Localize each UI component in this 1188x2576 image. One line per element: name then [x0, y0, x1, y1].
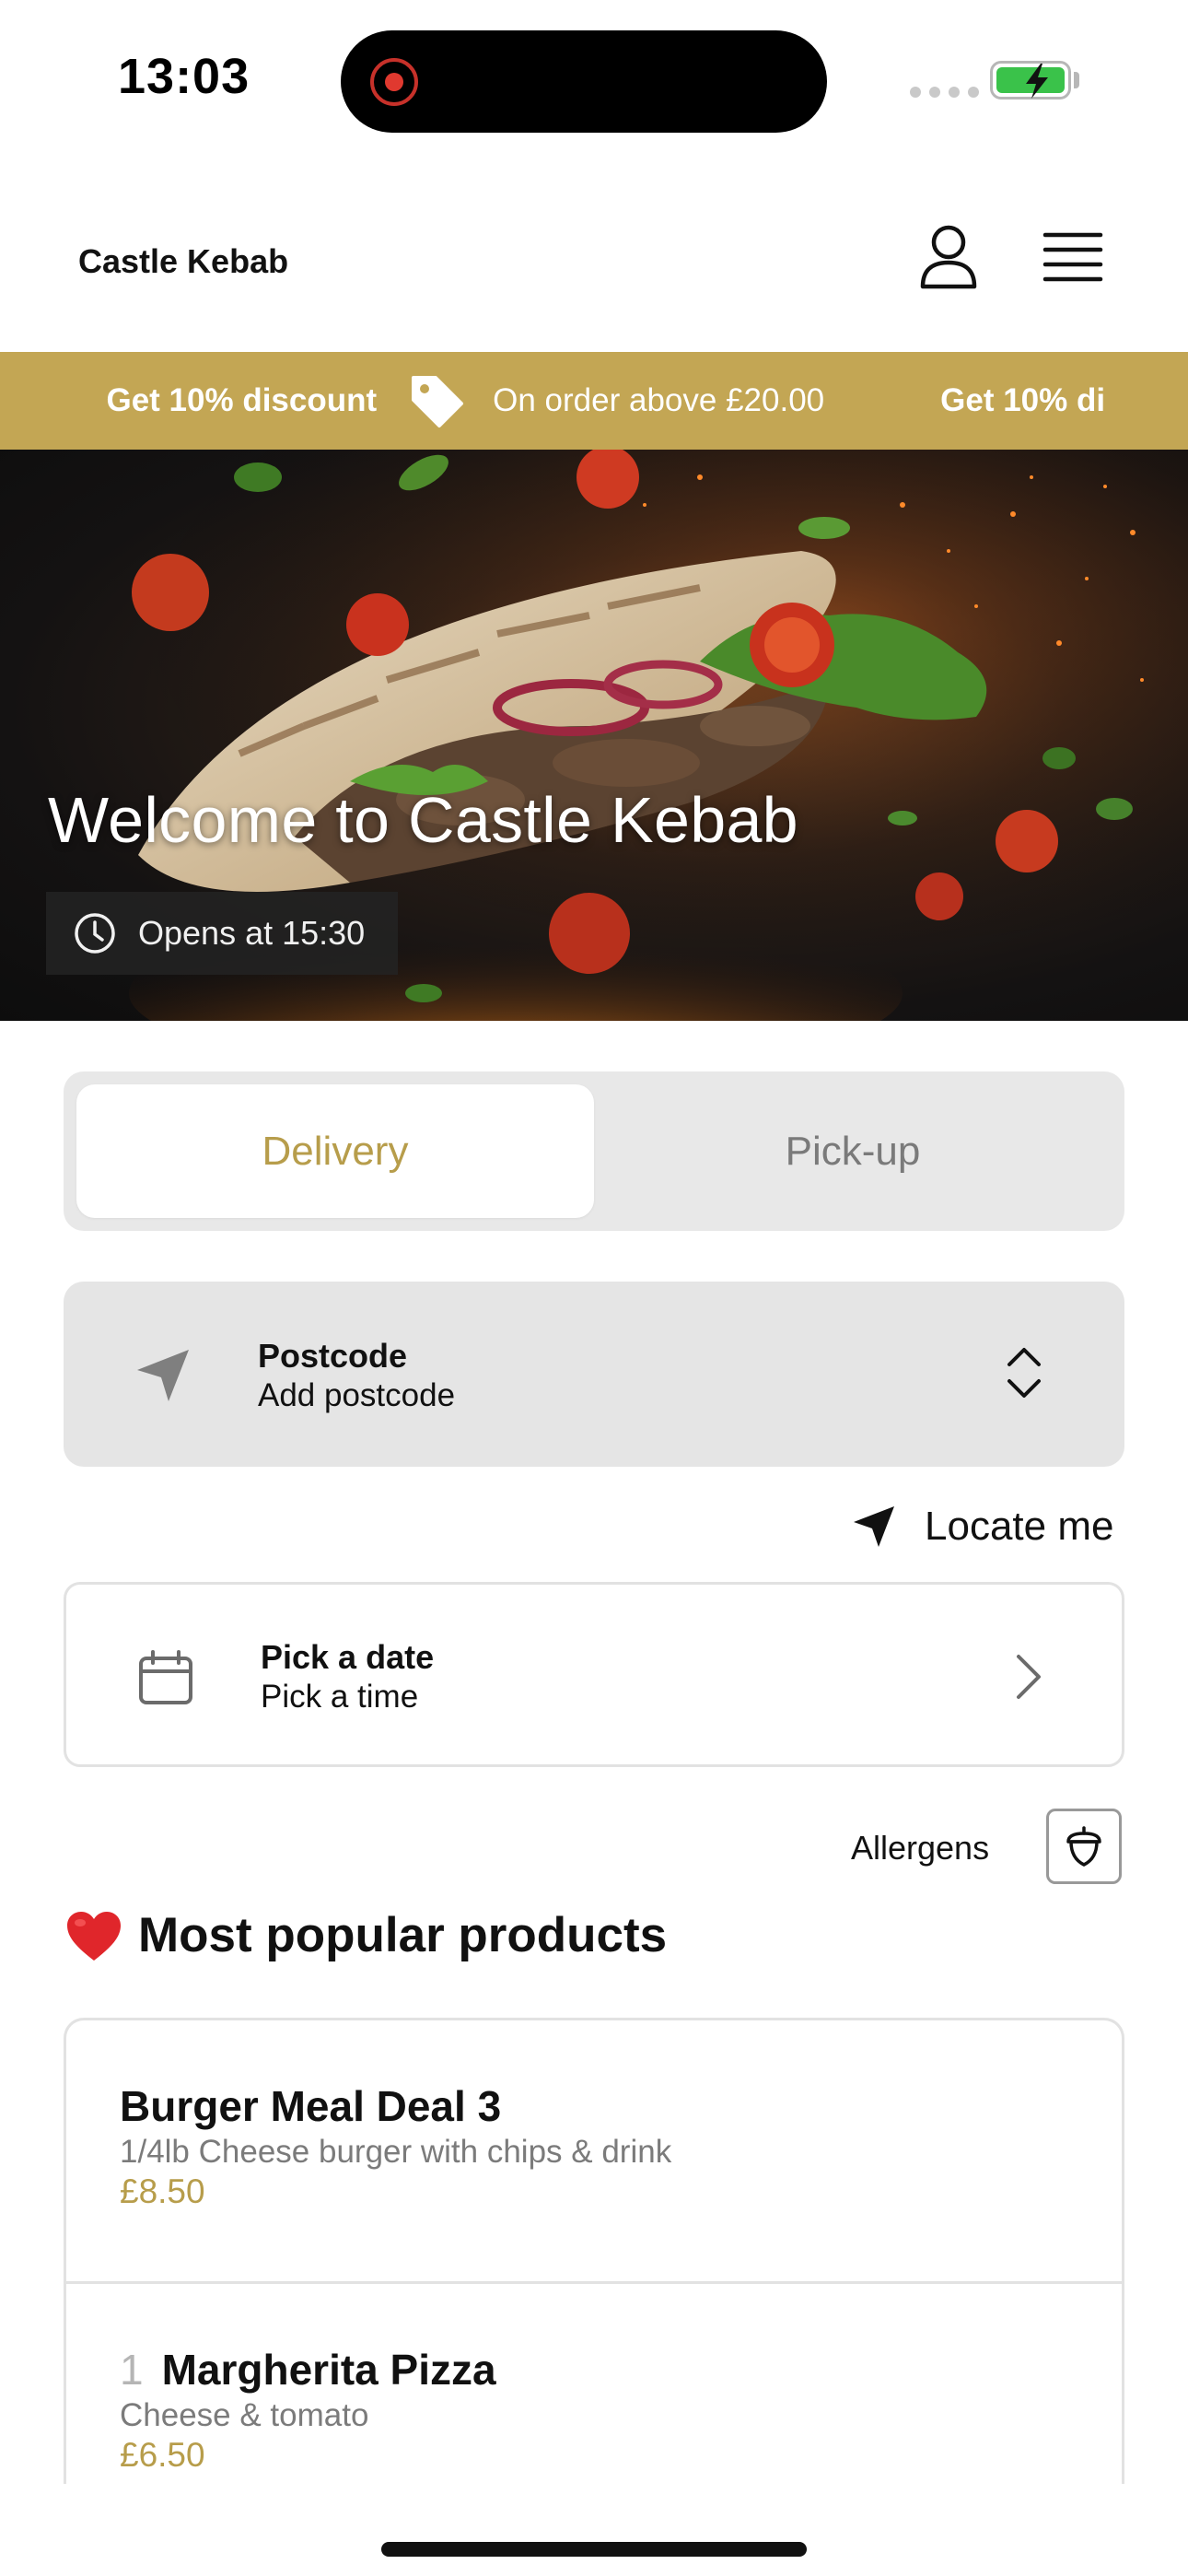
heart-icon — [67, 1911, 121, 1961]
app-header: Castle Kebab — [0, 161, 1188, 352]
hamburger-menu-icon[interactable] — [1042, 231, 1103, 283]
chevron-up-down-icon — [1007, 1348, 1041, 1398]
hero-banner: Welcome to Castle Kebab Opens at 15:30 — [0, 450, 1188, 1021]
product-card[interactable]: Burger Meal Deal 3 1/4lb Cheese burger w… — [66, 2020, 1122, 2281]
postcode-label: Postcode — [258, 1337, 408, 1375]
order-mode-toggle: Delivery Pick-up — [64, 1071, 1124, 1231]
hero-title: Welcome to Castle Kebab — [48, 784, 798, 856]
locate-me-label: Locate me — [925, 1504, 1114, 1549]
product-description: Cheese & tomato — [120, 2397, 369, 2433]
status-bar: 13:03 — [0, 0, 1188, 161]
tab-delivery[interactable]: Delivery — [76, 1084, 594, 1218]
tab-pick-up[interactable]: Pick-up — [594, 1084, 1112, 1218]
navigation-arrow-icon — [137, 1350, 189, 1401]
product-name: 1 Margherita Pizza — [120, 2346, 496, 2394]
bottom-safe-area — [0, 2484, 1188, 2576]
product-price: £8.50 — [120, 2172, 205, 2210]
product-description: 1/4lb Cheese burger with chips & drink — [120, 2134, 672, 2170]
allergens-button[interactable] — [1046, 1809, 1122, 1884]
promo-condition: On order above £20.00 — [493, 382, 825, 418]
popular-products-heading: Most popular products — [64, 1907, 667, 1963]
postcode-selector[interactable]: Postcode Add postcode — [64, 1282, 1124, 1467]
battery-icon — [990, 61, 1071, 100]
user-icon[interactable] — [917, 224, 980, 290]
dynamic-island — [341, 30, 827, 133]
calendar-icon — [139, 1650, 192, 1704]
acorn-icon — [1066, 1826, 1101, 1867]
postcode-value: Add postcode — [258, 1377, 456, 1413]
date-label: Pick a date — [261, 1638, 435, 1676]
home-indicator[interactable] — [381, 2542, 807, 2557]
product-price: £6.50 — [120, 2436, 205, 2474]
locate-me-button[interactable]: Locate me — [851, 1494, 1113, 1559]
location-arrow-icon — [854, 1506, 894, 1547]
charging-bolt-icon — [1026, 64, 1048, 99]
signal-icon — [910, 87, 979, 98]
product-quantity: 1 — [120, 2346, 144, 2394]
section-title: Most popular products — [138, 1908, 668, 1962]
discount-banner: 0 Get 10% discount On order above £20.00… — [0, 352, 1188, 450]
clock-icon — [75, 913, 115, 954]
battery-cap — [1074, 72, 1079, 88]
time-label: Pick a time — [261, 1679, 419, 1715]
allergens-label: Allergens — [851, 1829, 990, 1867]
product-name: Burger Meal Deal 3 — [120, 2082, 502, 2130]
promo-headline: Get 10% discount — [106, 382, 378, 418]
status-time: 13:03 — [118, 49, 250, 104]
opening-hours-text: Opens at 15:30 — [138, 914, 366, 952]
brand-name[interactable]: Castle Kebab — [78, 242, 288, 281]
date-time-picker[interactable]: Pick a date Pick a time — [64, 1582, 1124, 1767]
price-tag-icon — [412, 376, 464, 427]
opening-hours-badge: Opens at 15:30 — [46, 892, 398, 975]
chevron-right-icon — [1017, 1655, 1041, 1699]
promo-headline-next: Get 10% di — [940, 382, 1106, 418]
recording-indicator-icon — [370, 58, 418, 106]
